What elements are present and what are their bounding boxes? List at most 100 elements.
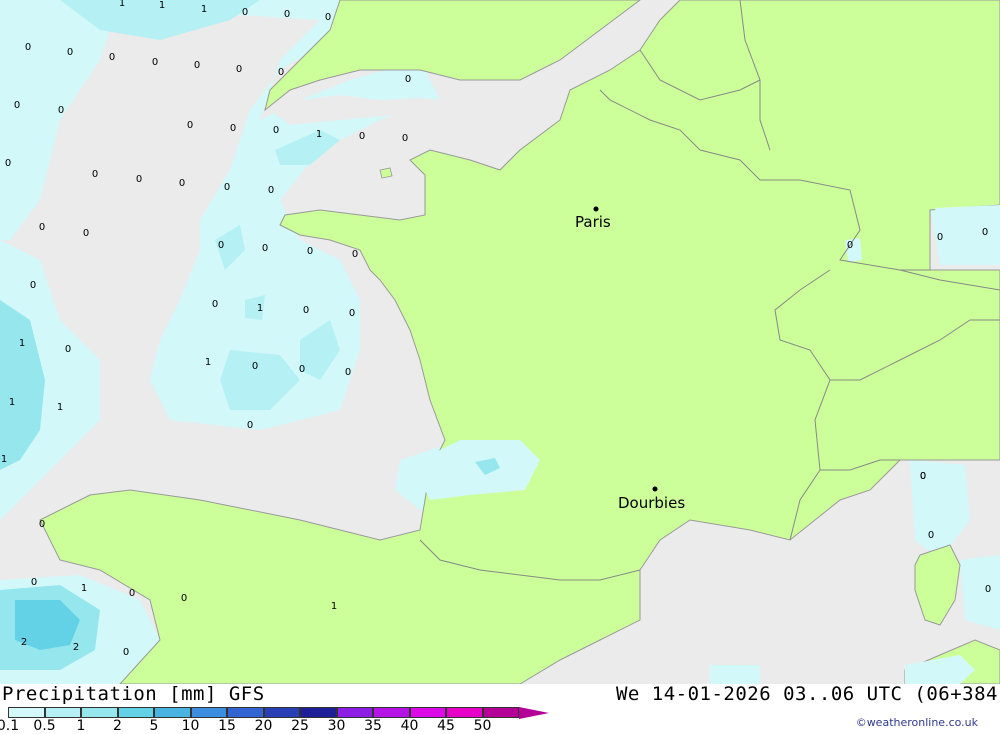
- legend-swatch: [336, 707, 373, 718]
- legend-swatch: [117, 707, 154, 718]
- legend-tick-label: 40: [400, 718, 419, 734]
- legend-tick-label: 0.1: [0, 718, 20, 734]
- city-dot-paris: [593, 206, 599, 212]
- contour-value-label: 0: [230, 123, 236, 134]
- contour-value-label: 0: [194, 60, 200, 71]
- contour-value-label: 1: [81, 583, 87, 594]
- legend-swatch: [190, 707, 227, 718]
- legend-tick-label: 25: [291, 718, 309, 734]
- map-title: Precipitation [mm] GFS: [2, 683, 265, 705]
- contour-value-label: 0: [136, 174, 142, 185]
- contour-value-label: 2: [21, 637, 27, 648]
- contour-value-label: 0: [352, 249, 358, 260]
- contour-value-label: 0: [5, 158, 11, 169]
- contour-value-label: 0: [236, 64, 242, 75]
- contour-value-label: 0: [268, 185, 274, 196]
- contour-value-label: 1: [205, 357, 211, 368]
- legend-swatch: [409, 707, 446, 718]
- contour-value-label: 0: [847, 240, 853, 251]
- contour-value-label: 0: [307, 246, 313, 257]
- contour-value-label: 0: [31, 577, 37, 588]
- contour-value-label: 0: [83, 228, 89, 239]
- legend-swatch: [154, 707, 191, 718]
- contour-value-label: 0: [65, 344, 71, 355]
- legend-tick-label: 5: [149, 718, 159, 734]
- contour-value-label: 0: [405, 74, 411, 85]
- contour-value-label: 1: [1, 454, 7, 465]
- legend-tick-label: 50: [473, 718, 492, 734]
- precipitation-map: Paris Dourbies 1 1 1 0 0 0 0 0 0 0 0 0 0 0 0 0 0 0 1 0 0 0 0 0 0…: [0, 0, 1000, 684]
- legend-swatch: [227, 707, 264, 718]
- contour-value-label: 0: [92, 169, 98, 180]
- contour-value-label: 0: [928, 530, 934, 541]
- contour-value-label: 1: [159, 0, 165, 11]
- contour-value-label: 0: [123, 647, 129, 658]
- legend-swatch: [263, 707, 300, 718]
- legend-swatch: [81, 707, 118, 718]
- contour-value-label: 0: [345, 367, 351, 378]
- legend-tick-label: 35: [364, 718, 382, 734]
- contour-value-label: 0: [242, 7, 248, 18]
- legend-swatch: [300, 707, 337, 718]
- contour-value-label: 0: [39, 519, 45, 530]
- contour-value-label: 0: [179, 178, 185, 189]
- contour-value-label: 0: [109, 52, 115, 63]
- contour-value-label: 0: [349, 308, 355, 319]
- contour-value-label: 0: [212, 299, 218, 310]
- contour-value-label: 0: [152, 57, 158, 68]
- contour-value-label: 0: [982, 227, 988, 238]
- legend-tick-label: 15: [218, 718, 236, 734]
- map-validity: We 14-01-2026 03..06 UTC (06+384: [615, 683, 998, 705]
- contour-value-label: 0: [181, 593, 187, 604]
- contour-value-label: 0: [402, 133, 408, 144]
- contour-value-label: 0: [299, 364, 305, 375]
- contour-value-label: 0: [284, 9, 290, 20]
- contour-value-label: 0: [67, 47, 73, 58]
- contour-value-label: 0: [25, 42, 31, 53]
- contour-value-label: 1: [331, 601, 337, 612]
- city-dot-dourbies: [652, 486, 658, 492]
- contour-value-label: 0: [920, 471, 926, 482]
- contour-value-label: 1: [19, 338, 25, 349]
- city-label-paris: Paris: [575, 213, 611, 231]
- contour-value-label: 0: [985, 584, 991, 595]
- contour-value-label: 0: [252, 361, 258, 372]
- legend-swatch: [373, 707, 410, 718]
- contour-value-label: 1: [57, 402, 63, 413]
- legend-tick-label: 1: [76, 718, 86, 734]
- contour-value-label: 0: [187, 120, 193, 131]
- contour-value-label: 1: [316, 129, 322, 140]
- contour-value-label: 0: [14, 100, 20, 111]
- legend-tick-label: 45: [437, 718, 455, 734]
- contour-value-label: 0: [937, 232, 943, 243]
- legend-tick-label: 20: [254, 718, 273, 734]
- legend-swatch: [8, 707, 45, 718]
- contour-value-label: 2: [73, 642, 79, 653]
- legend-tick-label: 2: [113, 718, 122, 734]
- legend-tick-label: 10: [181, 718, 200, 734]
- contour-value-label: 0: [273, 125, 279, 136]
- contour-value-label: 1: [9, 397, 15, 408]
- contour-value-label: 0: [30, 280, 36, 291]
- contour-value-label: 0: [39, 222, 45, 233]
- contour-value-label: 0: [278, 67, 284, 78]
- contour-value-label: 1: [257, 303, 263, 314]
- credit-link[interactable]: ©weatheronline.co.uk: [856, 716, 978, 729]
- contour-value-label: 0: [218, 240, 224, 251]
- legend-swatch: [44, 707, 81, 718]
- contour-value-label: 0: [224, 182, 230, 193]
- contour-value-label: 0: [247, 420, 253, 431]
- contour-value-label: 1: [201, 4, 207, 15]
- contour-value-label: 0: [325, 12, 331, 23]
- legend-tick-label: 0.5: [33, 718, 56, 734]
- contour-value-label: 0: [58, 105, 64, 116]
- legend-swatch: [446, 707, 483, 718]
- contour-value-label: 1: [119, 0, 125, 9]
- contour-value-label: 0: [359, 131, 365, 142]
- contour-value-label: 0: [129, 588, 135, 599]
- legend-arrow: [519, 707, 549, 719]
- contour-value-label: 0: [303, 305, 309, 316]
- contour-value-label: 0: [262, 243, 268, 254]
- legend-swatch: [482, 707, 519, 718]
- city-label-dourbies: Dourbies: [618, 494, 685, 512]
